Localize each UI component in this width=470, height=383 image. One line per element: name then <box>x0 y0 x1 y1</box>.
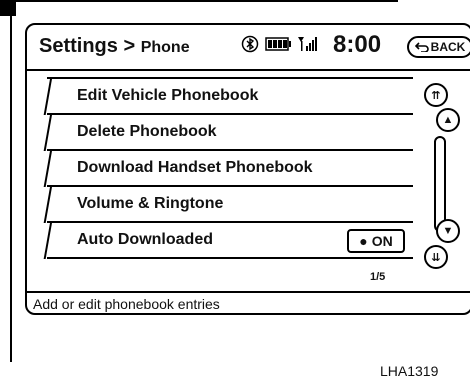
help-text: Add or edit phonebook entries <box>33 296 220 312</box>
help-text-bar: Add or edit phonebook entries <box>27 291 470 315</box>
back-arrow-icon <box>414 42 429 52</box>
menu-item-label: Download Handset Phonebook <box>77 159 313 176</box>
menu-item-edit-vehicle-phonebook[interactable]: Edit Vehicle Phonebook <box>47 77 413 115</box>
scroll-up-button[interactable]: ▲ <box>436 108 460 132</box>
scrollbar[interactable] <box>434 136 446 232</box>
status-icons <box>241 35 319 58</box>
menu-item-delete-phonebook[interactable]: Delete Phonebook <box>47 113 413 151</box>
up-arrow-icon: ▲ <box>442 114 454 126</box>
back-label: BACK <box>430 40 466 54</box>
scroll-down-button[interactable]: ▼ <box>436 219 460 243</box>
title-phone: Phone <box>140 39 190 56</box>
double-down-arrow-icon: ⇊ <box>431 251 441 264</box>
side-rule <box>10 0 12 362</box>
menu-item-label: Volume & Ringtone <box>77 195 224 212</box>
bluetooth-icon <box>241 35 259 58</box>
figure-code: LHA1319 <box>380 363 439 379</box>
double-up-arrow-icon: ⇈ <box>431 89 441 102</box>
menu-item-label: Auto Downloaded <box>77 231 213 248</box>
corner-mark <box>0 0 16 16</box>
phone-settings-screen: Settings > Phone 8:00 BACK Edit Vehicle … <box>25 23 470 315</box>
menu-item-volume-ringtone[interactable]: Volume & Ringtone <box>47 185 413 223</box>
auto-download-toggle[interactable]: ● ON <box>347 229 405 253</box>
menu-item-auto-downloaded[interactable]: Auto Downloaded ● ON <box>47 221 413 259</box>
clock: 8:00 <box>333 31 382 58</box>
signal-icon <box>297 36 319 57</box>
toggle-state: ON <box>371 233 393 249</box>
title-settings: Settings > <box>39 35 136 57</box>
down-arrow-icon: ▼ <box>442 225 454 237</box>
menu-item-label: Delete Phonebook <box>77 123 217 140</box>
back-button[interactable]: BACK <box>407 36 470 58</box>
menu-item-download-handset-phonebook[interactable]: Download Handset Phonebook <box>47 149 413 187</box>
toggle-dot-icon: ● <box>359 233 368 249</box>
scroll-bottom-button[interactable]: ⇊ <box>424 245 448 269</box>
page-counter: 1/5 <box>370 271 386 283</box>
menu-item-label: Edit Vehicle Phonebook <box>77 87 259 104</box>
menu-list: Edit Vehicle Phonebook Delete Phonebook … <box>47 77 413 259</box>
battery-icon <box>265 37 291 56</box>
page-title: Settings > Phone <box>39 35 190 58</box>
top-rule <box>0 0 398 2</box>
header: Settings > Phone 8:00 BACK <box>27 25 470 71</box>
scroll-top-button[interactable]: ⇈ <box>424 83 448 107</box>
